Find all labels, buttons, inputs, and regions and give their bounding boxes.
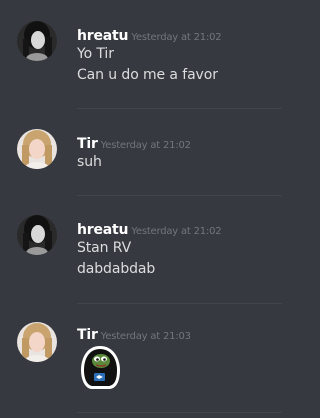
message-header: Tir Yesterday at 21:02 bbox=[77, 133, 191, 152]
pepe-hoodie-emoji-icon[interactable] bbox=[77, 344, 123, 390]
user-avatar[interactable] bbox=[17, 322, 57, 362]
username[interactable]: hreatu bbox=[77, 28, 128, 44]
message-header: Tir Yesterday at 21:03 bbox=[77, 324, 191, 343]
user-avatar[interactable] bbox=[17, 215, 57, 255]
message-divider bbox=[77, 303, 282, 304]
message-text: Stan RV bbox=[77, 240, 132, 256]
message-divider bbox=[77, 195, 282, 196]
message-header: hreatu Yesterday at 21:02 bbox=[77, 219, 222, 238]
chat-message-list: hreatu Yesterday at 21:02 Yo Tir Can u do… bbox=[0, 0, 282, 418]
username[interactable]: Tir bbox=[77, 327, 98, 343]
message-header: hreatu Yesterday at 21:02 bbox=[77, 25, 222, 44]
user-avatar[interactable] bbox=[17, 21, 57, 61]
username[interactable]: hreatu bbox=[77, 222, 128, 238]
username[interactable]: Tir bbox=[77, 136, 98, 152]
user-avatar[interactable] bbox=[17, 129, 57, 169]
timestamp[interactable]: Yesterday at 21:03 bbox=[101, 331, 191, 342]
message-text: dabdabdab bbox=[77, 261, 156, 277]
message-text: suh bbox=[77, 154, 102, 170]
timestamp[interactable]: Yesterday at 21:02 bbox=[131, 226, 221, 237]
timestamp[interactable]: Yesterday at 21:02 bbox=[101, 140, 191, 151]
timestamp[interactable]: Yesterday at 21:02 bbox=[131, 32, 221, 43]
message-divider bbox=[77, 108, 282, 109]
message-text: Can u do me a favor bbox=[77, 67, 218, 83]
message-divider bbox=[77, 412, 282, 413]
message-text: Yo Tir bbox=[77, 46, 114, 62]
